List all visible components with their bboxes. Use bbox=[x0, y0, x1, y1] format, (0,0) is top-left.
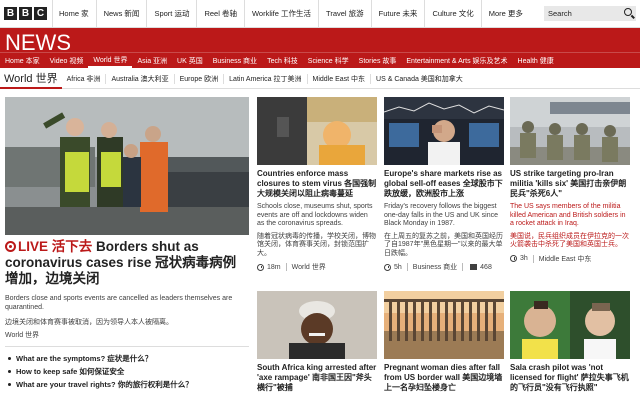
story-summary-zh: 美国说，民兵组织成员在伊拉克的一次火箭袭击中杀死了美国和英国士兵。 bbox=[510, 232, 629, 249]
subnav-europe[interactable]: Europe 欧洲 bbox=[173, 73, 224, 84]
live-text: LIVE 活下去 bbox=[18, 239, 93, 254]
comments-icon bbox=[470, 264, 478, 270]
news-nav: Home 本家 Video 视频 World 世界 Asia 亚洲 UK 英国 … bbox=[0, 52, 640, 68]
news-nav-tech[interactable]: Tech 科技 bbox=[262, 54, 303, 68]
meta-separator bbox=[285, 263, 287, 271]
bbc-logo[interactable]: B B C bbox=[0, 0, 52, 28]
story-summary-zh: 随着冠状病毒的传播，学校关闭，博物馆关闭，体育赛事关闭，封锁范围扩大。 bbox=[257, 232, 376, 257]
section-title[interactable]: World 世界 bbox=[0, 69, 62, 89]
meta-separator bbox=[406, 263, 408, 271]
clock-icon bbox=[384, 263, 391, 271]
story-image[interactable] bbox=[384, 97, 504, 165]
bullet-icon bbox=[8, 383, 11, 386]
news-nav-home[interactable]: Home 本家 bbox=[0, 54, 45, 68]
top-nav: Home 家 News 新闻 Sport 运动 Reel 卷轴 Worklife… bbox=[52, 0, 530, 28]
top-bar: B B C Home 家 News 新闻 Sport 运动 Reel 卷轴 Wo… bbox=[0, 0, 640, 28]
lead-related-links: What are the symptoms? 症状是什么？ How to kee… bbox=[5, 352, 249, 391]
top-nav-travel[interactable]: Travel 旅游 bbox=[318, 0, 371, 28]
search-icon[interactable] bbox=[624, 8, 632, 16]
story-card-markets[interactable]: Europe's share markets rise as global se… bbox=[384, 97, 504, 272]
lead-summary-zh: 边境关闭和体育赛事被取消，因为领导人本人被隔离。 bbox=[5, 319, 173, 326]
subnav-middle-east[interactable]: Middle East 中东 bbox=[306, 73, 371, 84]
related-link-keep-safe[interactable]: How to keep safe 如何保证安全 bbox=[5, 365, 249, 378]
world-subnav: World 世界 Africa 非洲 Australia 澳大利亚 Europe… bbox=[0, 69, 640, 89]
logo-block-2: B bbox=[19, 7, 32, 20]
search-placeholder: Search bbox=[548, 9, 572, 18]
story-card-us-strike[interactable]: US strike targeting pro-Iran militia 'ki… bbox=[510, 97, 630, 264]
story-title[interactable]: South Africa king arrested after 'axe ra… bbox=[257, 363, 377, 393]
subnav-us-canada[interactable]: US & Canada 美国和加拿大 bbox=[370, 73, 468, 84]
bullet-icon bbox=[8, 357, 11, 360]
subnav-australia[interactable]: Australia 澳大利亚 bbox=[105, 73, 173, 84]
story-image[interactable] bbox=[510, 291, 630, 359]
news-nav-entertainment[interactable]: Entertainment & Arts 娱乐及艺术 bbox=[401, 54, 512, 68]
story-image[interactable] bbox=[384, 291, 504, 359]
story-time: 3h bbox=[520, 255, 528, 262]
story-comments[interactable]: 468 bbox=[480, 264, 492, 271]
story-image[interactable] bbox=[257, 291, 377, 359]
story-title[interactable]: US strike targeting pro-Iran militia 'ki… bbox=[510, 169, 630, 199]
story-meta: 18m World 世界 bbox=[257, 262, 377, 272]
story-image[interactable] bbox=[510, 97, 630, 165]
top-nav-sport[interactable]: Sport 运动 bbox=[146, 0, 196, 28]
related-link-travel-rights[interactable]: What are your travel rights? 你的旅行权利是什么？ bbox=[5, 378, 249, 391]
clock-icon bbox=[257, 263, 264, 271]
news-nav-uk[interactable]: UK 英国 bbox=[172, 54, 208, 68]
story-card-border-wall[interactable]: Pregnant woman dies after fall from US b… bbox=[384, 291, 504, 393]
lead-section-tag[interactable]: World 世界 bbox=[5, 330, 39, 340]
news-nav-business[interactable]: Business 商业 bbox=[208, 54, 262, 68]
top-nav-reel[interactable]: Reel 卷轴 bbox=[196, 0, 244, 28]
live-label: LIVE 活下去 bbox=[5, 239, 92, 254]
story-summary-zh: 在上周五的复苏之前，美国和英国经历了自1987年"黑色星期一"以来的最大单日跌幅… bbox=[384, 232, 503, 257]
logo-block-3: C bbox=[34, 7, 47, 20]
related-link-text: How to keep safe 如何保证安全 bbox=[16, 367, 125, 376]
story-card-south-africa-king[interactable]: South Africa king arrested after 'axe ra… bbox=[257, 291, 377, 393]
story-time: 5h bbox=[394, 263, 402, 271]
story-card-sala-crash[interactable]: Sala crash pilot was 'not licensed for f… bbox=[510, 291, 630, 393]
related-link-text: What are the symptoms? 症状是什么？ bbox=[16, 354, 153, 363]
story-time: 18m bbox=[267, 263, 281, 271]
story-tag[interactable]: Middle East 中东 bbox=[539, 254, 592, 264]
story-title[interactable]: Countries enforce mass closures to stem … bbox=[257, 169, 377, 199]
subnav-latin-america[interactable]: Latin America 拉丁美洲 bbox=[223, 73, 306, 84]
bullet-icon bbox=[8, 370, 11, 373]
news-nav-asia[interactable]: Asia 亚洲 bbox=[132, 54, 172, 68]
related-link-symptoms[interactable]: What are the symptoms? 症状是什么？ bbox=[5, 352, 249, 365]
subnav-africa[interactable]: Africa 非洲 bbox=[62, 74, 106, 84]
lead-headline[interactable]: LIVE 活下去 Borders shut as coronavirus cas… bbox=[5, 239, 249, 287]
news-nav-stories[interactable]: Stories 故事 bbox=[354, 54, 402, 68]
lead-divider bbox=[5, 346, 249, 347]
news-nav-world[interactable]: World 世界 bbox=[88, 54, 133, 68]
story-title[interactable]: Europe's share markets rise as global se… bbox=[384, 169, 504, 199]
news-nav-health[interactable]: Health 健康 bbox=[513, 54, 559, 68]
story-meta: 5h Business 商业 468 bbox=[384, 262, 504, 272]
story-summary: The US says members of the militia kille… bbox=[510, 203, 626, 227]
top-nav-news[interactable]: News 新闻 bbox=[95, 0, 147, 28]
clock-icon bbox=[510, 255, 517, 262]
story-tag[interactable]: World 世界 bbox=[292, 262, 326, 272]
top-nav-culture[interactable]: Culture 文化 bbox=[424, 0, 480, 28]
related-link-text: What are your travel rights? 你的旅行权利是什么？ bbox=[16, 380, 193, 389]
lead-summary: Borders close and sports events are canc… bbox=[5, 295, 233, 311]
meta-separator bbox=[462, 263, 464, 271]
news-nav-science[interactable]: Science 科学 bbox=[303, 54, 354, 68]
story-title[interactable]: Pregnant woman dies after fall from US b… bbox=[384, 363, 504, 393]
story-summary: Friday's recovery follows the biggest on… bbox=[384, 203, 499, 227]
news-nav-video[interactable]: Video 视频 bbox=[45, 54, 89, 68]
story-image[interactable] bbox=[257, 97, 377, 165]
story-tag[interactable]: Business 商业 bbox=[413, 262, 457, 272]
logo-block-1: B bbox=[4, 7, 17, 20]
lead-story-image[interactable] bbox=[5, 97, 249, 235]
live-icon bbox=[5, 241, 16, 252]
meta-separator bbox=[532, 254, 534, 263]
story-summary: Schools close, museums shut, sports even… bbox=[257, 203, 373, 227]
top-nav-future[interactable]: Future 未来 bbox=[370, 0, 425, 28]
top-nav-more[interactable]: More 更多 bbox=[480, 0, 530, 28]
story-card-closures[interactable]: Countries enforce mass closures to stem … bbox=[257, 97, 377, 272]
top-nav-home[interactable]: Home 家 bbox=[52, 0, 96, 28]
search-input[interactable]: Search bbox=[544, 6, 636, 21]
top-nav-worklife[interactable]: Worklife 工作生活 bbox=[243, 0, 318, 28]
story-meta: 3h Middle East 中东 bbox=[510, 254, 630, 264]
story-title[interactable]: Sala crash pilot was 'not licensed for f… bbox=[510, 363, 630, 393]
